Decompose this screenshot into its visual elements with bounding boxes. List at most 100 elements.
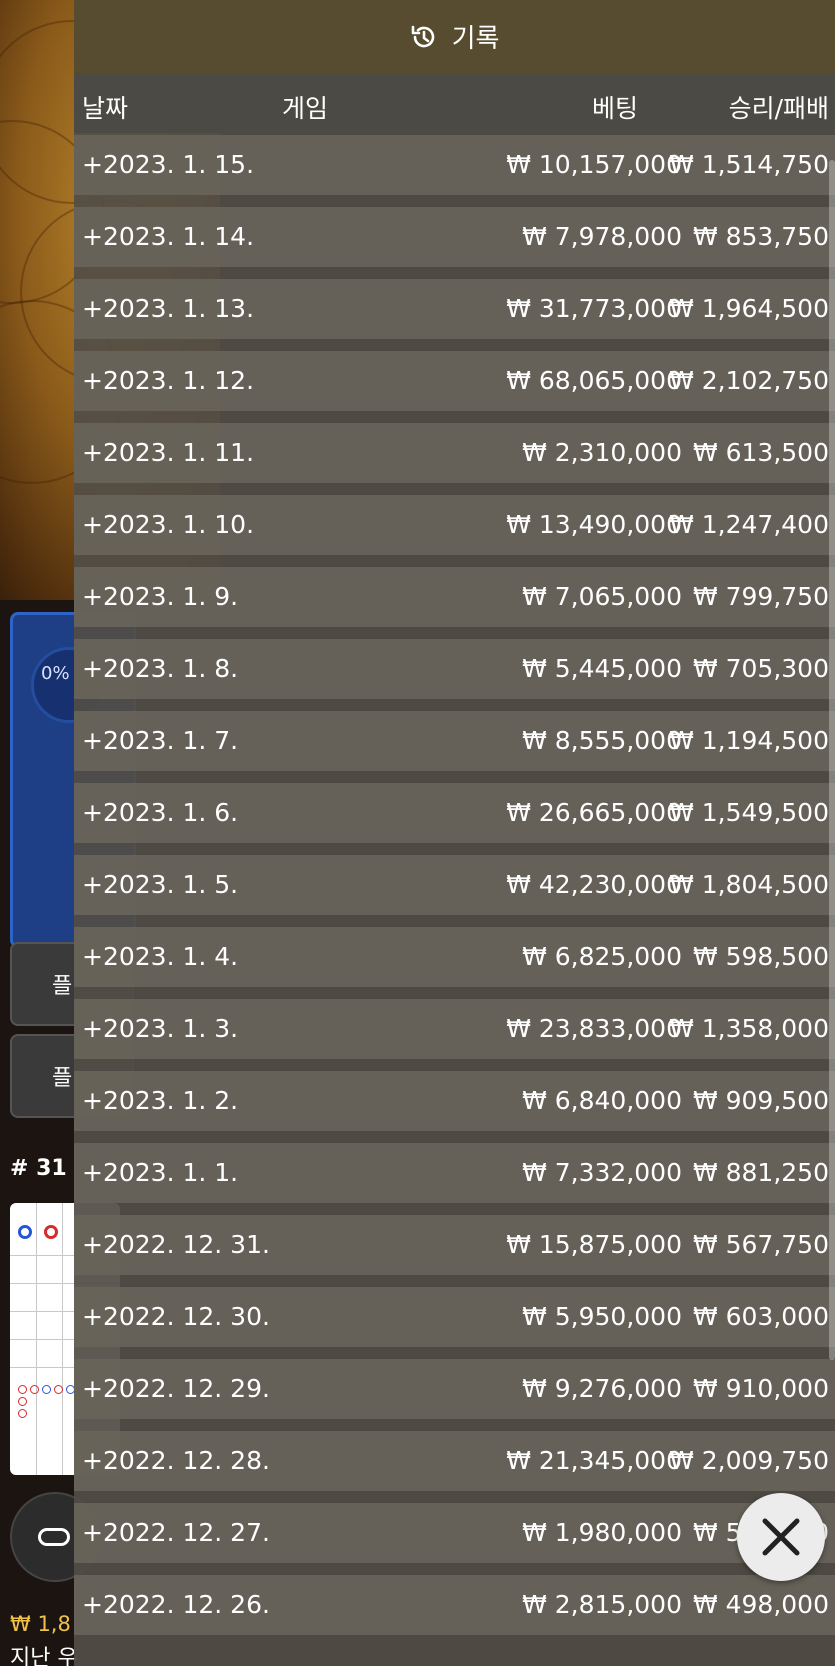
row-bet: ₩ 6,825,000	[522, 942, 682, 971]
row-win-loss: ₩ 881,250	[692, 1158, 829, 1187]
history-panel: 기록 날짜 게임 베팅 승리/패배 +2023. 1. 15. ₩ 10,157…	[74, 0, 835, 1666]
history-icon	[411, 25, 434, 47]
history-row[interactable]: +2023. 1. 10. ₩ 13,490,000 ₩ 1,247,400	[74, 495, 835, 555]
road-dot	[54, 1385, 63, 1394]
row-win-loss: ₩ 1,247,400	[669, 510, 829, 539]
column-header-bet: 베팅	[592, 94, 639, 123]
row-date: +2022. 12. 31.	[82, 1230, 270, 1259]
row-date: +2023. 1. 6.	[82, 798, 239, 827]
row-date: +2022. 12. 26.	[82, 1590, 270, 1619]
history-row[interactable]: +2023. 1. 4. ₩ 6,825,000 ₩ 598,500	[74, 927, 835, 987]
history-row[interactable]: +2023. 1. 1. ₩ 7,332,000 ₩ 881,250	[74, 1143, 835, 1203]
row-bet: ₩ 2,310,000	[522, 438, 682, 467]
row-bet: ₩ 10,157,000	[506, 150, 682, 179]
row-date: +2023. 1. 14.	[82, 222, 255, 251]
row-win-loss: ₩ 1,514,750	[669, 150, 829, 179]
row-date: +2023. 1. 9.	[82, 582, 239, 611]
row-bet: ₩ 1,980,000	[522, 1518, 682, 1547]
row-win-loss: ₩ 1,964,500	[669, 294, 829, 323]
row-win-loss: ₩ 1,804,500	[669, 870, 829, 899]
round-number: # 31	[10, 1156, 67, 1181]
row-win-loss: ₩ 603,000	[692, 1302, 829, 1331]
progress-percent: 0%	[41, 663, 70, 684]
row-win-loss: ₩ 2,009,750	[669, 1446, 829, 1475]
history-row[interactable]: +2023. 1. 5. ₩ 42,230,000 ₩ 1,804,500	[74, 855, 835, 915]
row-bet: ₩ 8,555,000	[522, 726, 682, 755]
balance: ₩ 1,8	[10, 1612, 71, 1636]
history-row[interactable]: +2022. 12. 29. ₩ 9,276,000 ₩ 910,000	[74, 1359, 835, 1419]
history-row[interactable]: +2022. 12. 26. ₩ 2,815,000 ₩ 498,000	[74, 1575, 835, 1635]
road-dot	[30, 1385, 39, 1394]
row-date: +2023. 1. 8.	[82, 654, 239, 683]
row-date: +2023. 1. 12.	[82, 366, 255, 395]
history-row[interactable]: +2023. 1. 8. ₩ 5,445,000 ₩ 705,300	[74, 639, 835, 699]
row-date: +2023. 1. 10.	[82, 510, 255, 539]
row-date: +2023. 1. 5.	[82, 870, 239, 899]
road-dot	[18, 1409, 27, 1418]
column-header-date: 날짜	[82, 94, 129, 123]
history-row[interactable]: +2022. 12. 30. ₩ 5,950,000 ₩ 603,000	[74, 1287, 835, 1347]
history-row[interactable]: +2023. 1. 7. ₩ 8,555,000 ₩ 1,194,500	[74, 711, 835, 771]
history-row[interactable]: +2023. 1. 13. ₩ 31,773,000 ₩ 1,964,500	[74, 279, 835, 339]
row-bet: ₩ 7,978,000	[522, 222, 682, 251]
row-date: +2023. 1. 7.	[82, 726, 239, 755]
row-bet: ₩ 5,445,000	[522, 654, 682, 683]
row-date: +2023. 1. 4.	[82, 942, 239, 971]
row-bet: ₩ 2,815,000	[522, 1590, 682, 1619]
column-header-game: 게임	[282, 94, 329, 123]
row-date: +2022. 12. 29.	[82, 1374, 270, 1403]
row-win-loss: ₩ 2,102,750	[669, 366, 829, 395]
road-dot	[18, 1225, 32, 1239]
row-date: +2023. 1. 15.	[82, 150, 255, 179]
column-header-row: 날짜 게임 베팅 승리/패배	[74, 73, 835, 133]
row-date: +2023. 1. 11.	[82, 438, 255, 467]
road-dot	[18, 1397, 27, 1406]
row-win-loss: ₩ 910,000	[692, 1374, 829, 1403]
chip-icon	[38, 1528, 70, 1546]
row-date: +2022. 12. 30.	[82, 1302, 270, 1331]
row-date: +2023. 1. 3.	[82, 1014, 239, 1043]
history-row[interactable]: +2023. 1. 2. ₩ 6,840,000 ₩ 909,500	[74, 1071, 835, 1131]
row-bet: ₩ 23,833,000	[506, 1014, 682, 1043]
history-row[interactable]: +2022. 12. 27. ₩ 1,980,000 ₩ 551,700	[74, 1503, 835, 1563]
history-row[interactable]: +2023. 1. 3. ₩ 23,833,000 ₩ 1,358,000	[74, 999, 835, 1059]
row-win-loss: ₩ 705,300	[692, 654, 829, 683]
row-bet: ₩ 5,950,000	[522, 1302, 682, 1331]
row-bet: ₩ 6,840,000	[522, 1086, 682, 1115]
row-bet: ₩ 7,065,000	[522, 582, 682, 611]
history-row[interactable]: +2023. 1. 9. ₩ 7,065,000 ₩ 799,750	[74, 567, 835, 627]
row-bet: ₩ 15,875,000	[506, 1230, 682, 1259]
row-win-loss: ₩ 909,500	[692, 1086, 829, 1115]
history-row[interactable]: +2022. 12. 31. ₩ 15,875,000 ₩ 567,750	[74, 1215, 835, 1275]
history-row[interactable]: +2023. 1. 6. ₩ 26,665,000 ₩ 1,549,500	[74, 783, 835, 843]
row-win-loss: ₩ 598,500	[692, 942, 829, 971]
history-row[interactable]: +2023. 1. 14. ₩ 7,978,000 ₩ 853,750	[74, 207, 835, 267]
row-win-loss: ₩ 1,194,500	[669, 726, 829, 755]
history-row[interactable]: +2023. 1. 15. ₩ 10,157,000 ₩ 1,514,750	[74, 135, 835, 195]
row-bet: ₩ 42,230,000	[506, 870, 682, 899]
row-bet: ₩ 26,665,000	[506, 798, 682, 827]
row-bet: ₩ 13,490,000	[506, 510, 682, 539]
row-win-loss: ₩ 799,750	[692, 582, 829, 611]
row-date: +2022. 12. 28.	[82, 1446, 270, 1475]
row-date: +2022. 12. 27.	[82, 1518, 270, 1547]
row-win-loss: ₩ 498,000	[692, 1590, 829, 1619]
close-icon	[762, 1518, 800, 1556]
history-row[interactable]: +2022. 12. 28. ₩ 21,345,000 ₩ 2,009,750	[74, 1431, 835, 1491]
row-date: +2023. 1. 13.	[82, 294, 255, 323]
history-row[interactable]: +2023. 1. 12. ₩ 68,065,000 ₩ 2,102,750	[74, 351, 835, 411]
row-bet: ₩ 31,773,000	[506, 294, 682, 323]
row-win-loss: ₩ 853,750	[692, 222, 829, 251]
history-title: 기록	[451, 24, 500, 54]
row-win-loss: ₩ 1,358,000	[669, 1014, 829, 1043]
row-win-loss: ₩ 613,500	[692, 438, 829, 467]
scrollbar[interactable]	[829, 160, 835, 1360]
row-bet: ₩ 21,345,000	[506, 1446, 682, 1475]
close-button[interactable]	[737, 1493, 825, 1581]
column-header-win-loss: 승리/패배	[728, 94, 829, 123]
row-win-loss: ₩ 1,549,500	[669, 798, 829, 827]
row-bet: ₩ 68,065,000	[506, 366, 682, 395]
row-date: +2023. 1. 1.	[82, 1158, 239, 1187]
history-row[interactable]: +2023. 1. 11. ₩ 2,310,000 ₩ 613,500	[74, 423, 835, 483]
road-dot	[42, 1385, 51, 1394]
